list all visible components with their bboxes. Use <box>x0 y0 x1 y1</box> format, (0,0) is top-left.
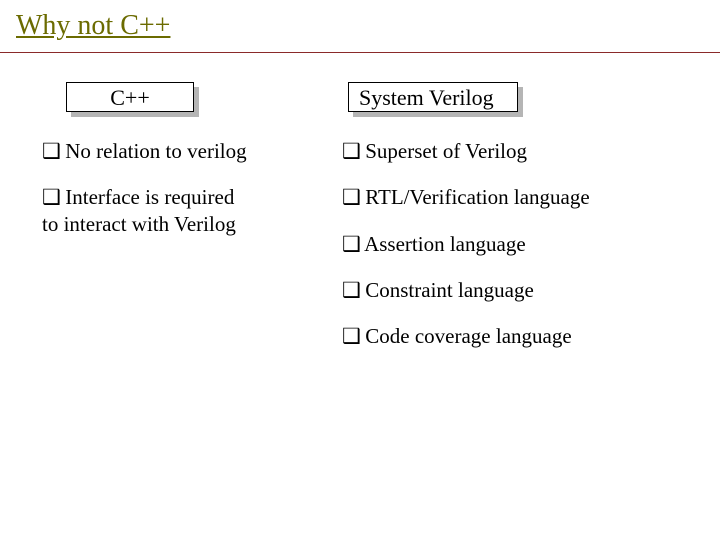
list-item-text: No relation to verilog <box>65 139 246 163</box>
left-column: ❑ No relation to verilog ❑ Interface is … <box>42 138 302 257</box>
list-item-text: RTL/Verification language <box>365 185 589 209</box>
slide-title: Why not C++ <box>16 10 170 41</box>
list-item-text: Superset of Verilog <box>365 139 527 163</box>
list-item: ❑ Assertion language <box>342 231 682 257</box>
square-bullet-icon: ❑ <box>342 138 360 164</box>
list-item: ❑ No relation to verilog <box>42 138 302 164</box>
square-bullet-icon: ❑ <box>342 231 360 257</box>
list-item: ❑ Code coverage language <box>342 323 682 349</box>
list-item: ❑ Interface is required to interact with… <box>42 184 302 237</box>
list-item: ❑ Constraint language <box>342 277 682 303</box>
title-rule <box>0 52 720 53</box>
list-item-text: Constraint language <box>365 278 534 302</box>
list-item: ❑ RTL/Verification language <box>342 184 682 210</box>
header-box-right: System Verilog <box>348 82 518 112</box>
square-bullet-icon: ❑ <box>42 138 60 164</box>
list-item-text: Assertion language <box>364 232 526 256</box>
square-bullet-icon: ❑ <box>342 323 360 349</box>
square-bullet-icon: ❑ <box>342 184 360 210</box>
list-item-text: Code coverage language <box>365 324 571 348</box>
square-bullet-icon: ❑ <box>342 277 360 303</box>
square-bullet-icon: ❑ <box>42 184 60 210</box>
list-item: ❑ Superset of Verilog <box>342 138 682 164</box>
list-item-text: Interface is required <box>65 185 234 209</box>
right-column: ❑ Superset of Verilog ❑ RTL/Verification… <box>342 138 682 369</box>
list-item-text-cont: to interact with Verilog <box>42 211 302 237</box>
header-box-left: C++ <box>66 82 194 112</box>
